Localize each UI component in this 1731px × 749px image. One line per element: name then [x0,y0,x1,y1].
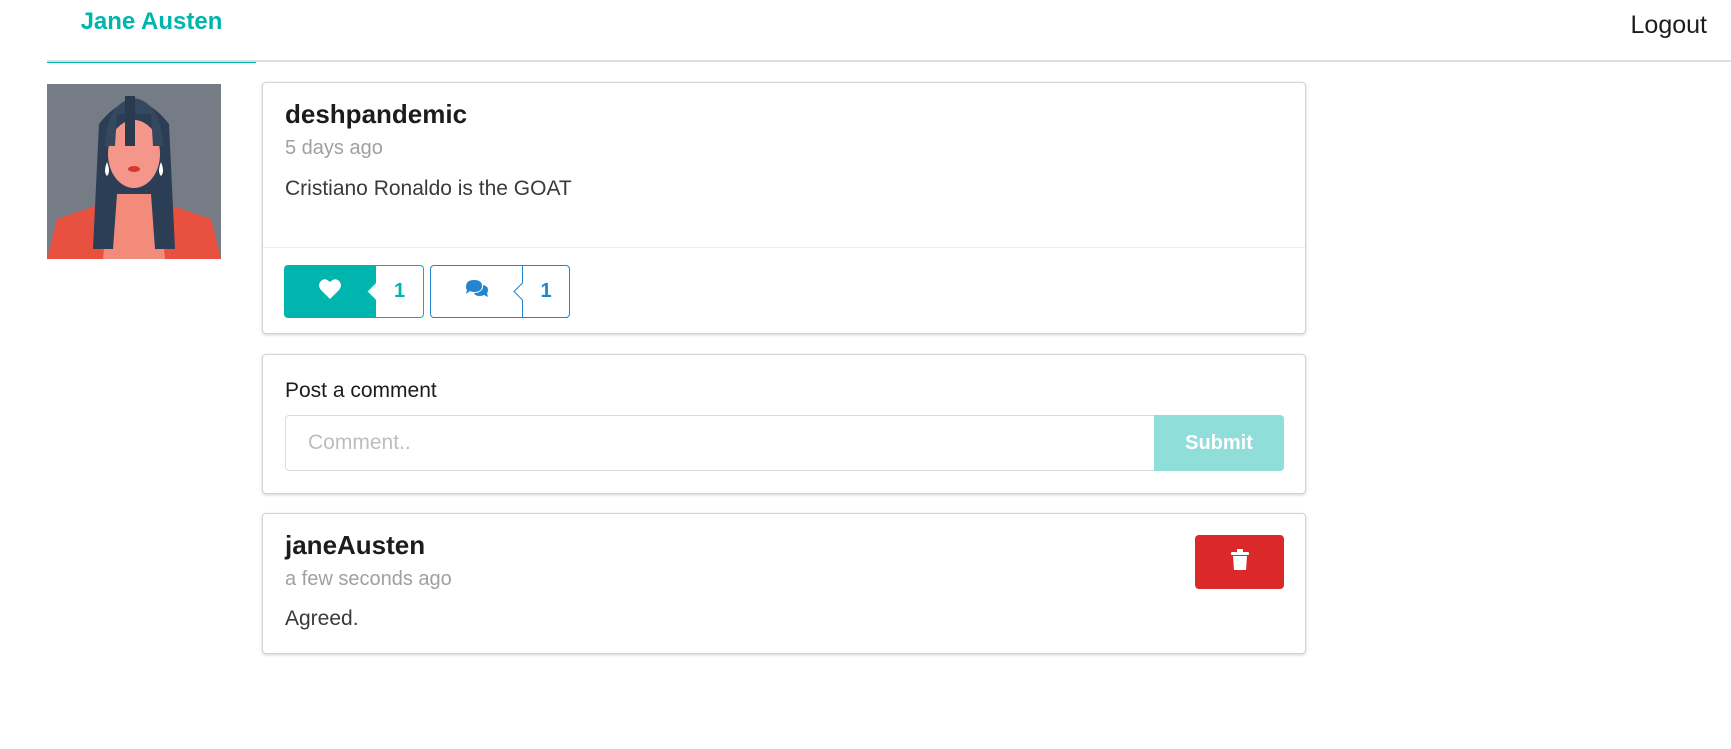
like-count[interactable]: 1 [376,265,424,318]
comment-button-main[interactable] [430,265,522,318]
avatar [47,84,221,259]
post-divider [263,247,1305,248]
logout-label: Logout [1630,10,1707,39]
trash-icon [1230,548,1249,576]
heart-icon [318,278,342,305]
like-button[interactable]: 1 [284,265,424,318]
menu-divider [47,60,1731,62]
comment-body: Agreed. [285,607,359,630]
post-card: deshpandemic 5 days ago Cristiano Ronald… [262,82,1306,334]
comment-time: a few seconds ago [285,568,452,590]
post-author[interactable]: deshpandemic [285,99,467,130]
delete-comment-button[interactable] [1195,535,1284,589]
logout-menu-item[interactable]: Logout [1631,0,1707,50]
comment-form-label: Post a comment [285,379,437,402]
comments-icon [464,279,490,304]
comment-form-card: Post a comment Submit [262,354,1306,494]
comment-count-button[interactable]: 1 [430,265,570,318]
submit-button[interactable]: Submit [1154,415,1284,471]
post-time: 5 days ago [285,137,383,159]
menu-item-user[interactable]: Jane Austen [47,0,256,63]
post-body: Cristiano Ronaldo is the GOAT [285,177,572,200]
comment-card: janeAusten a few seconds ago Agreed. [262,513,1306,654]
top-menu: Jane Austen Logout [0,0,1731,63]
comment-author[interactable]: janeAusten [285,530,425,561]
comment-count[interactable]: 1 [522,265,570,318]
comment-input[interactable] [285,415,1156,471]
like-button-main[interactable] [284,265,376,318]
menu-user-name: Jane Austen [80,8,223,35]
